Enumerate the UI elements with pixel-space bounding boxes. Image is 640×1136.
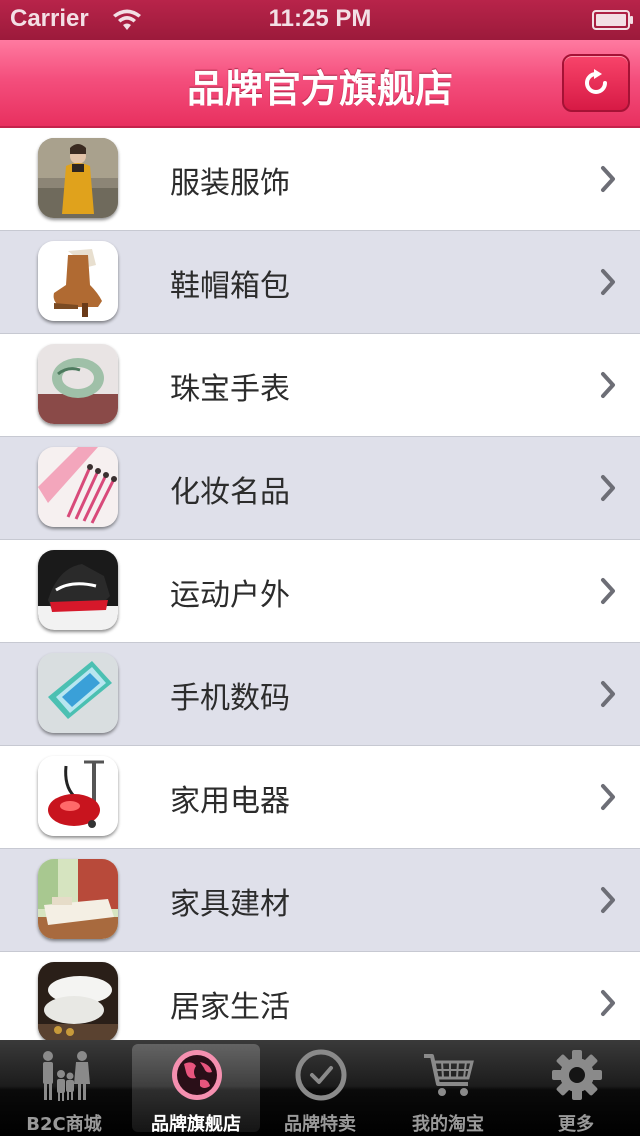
category-label: 运动户外 — [170, 578, 290, 613]
smartphone-thumbnail — [38, 653, 118, 733]
chevron-right-icon — [601, 475, 615, 501]
jade-bracelet-thumbnail — [38, 344, 118, 424]
page-title: 品牌官方旗舰店 — [186, 67, 453, 111]
status-bar: Carrier 11:25 PM — [0, 0, 640, 40]
category-label: 鞋帽箱包 — [170, 269, 290, 304]
clock-icon — [295, 1049, 347, 1101]
chevron-right-icon — [601, 372, 615, 398]
tab-label: 更多 — [558, 1114, 594, 1135]
chevron-right-icon — [601, 887, 615, 913]
category-label: 珠宝手表 — [170, 372, 290, 407]
tab-brand-flagship[interactable]: 品牌旗舰店 — [132, 1044, 260, 1135]
category-label: 居家生活 — [170, 990, 290, 1025]
chevron-right-icon — [601, 166, 615, 192]
clothing-thumbnail — [38, 138, 118, 218]
category-list: 服装服饰 鞋帽箱包 珠宝手表 化妆名品 运动户外 手机数码 家用电器 家具建材 … — [0, 128, 640, 1040]
chevron-right-icon — [601, 269, 615, 295]
list-item[interactable]: 服装服饰 — [0, 128, 640, 231]
tab-my-taobao[interactable]: 我的淘宝 — [384, 1040, 512, 1136]
navigation-bar: 品牌官方旗舰店 — [0, 40, 640, 128]
list-item[interactable]: 家用电器 — [0, 746, 640, 849]
pillow-thumbnail — [38, 962, 118, 1040]
refresh-icon — [585, 69, 607, 94]
list-item[interactable]: 运动户外 — [0, 540, 640, 643]
boot-thumbnail — [38, 241, 118, 321]
garment-steamer-thumbnail — [38, 756, 118, 836]
category-label: 服装服饰 — [170, 166, 290, 201]
category-label: 家用电器 — [170, 784, 290, 819]
list-item[interactable]: 化妆名品 — [0, 437, 640, 540]
list-item[interactable]: 家具建材 — [0, 849, 640, 952]
list-item[interactable]: 珠宝手表 — [0, 334, 640, 437]
tab-b2c-mall[interactable]: B2C商城 — [0, 1040, 128, 1136]
tab-more[interactable]: 更多 — [512, 1040, 640, 1136]
tab-label: 品牌旗舰店 — [151, 1114, 241, 1135]
chevron-right-icon — [601, 681, 615, 707]
chevron-right-icon — [601, 990, 615, 1016]
tab-label: B2C商城 — [26, 1114, 102, 1135]
category-label: 化妆名品 — [170, 475, 290, 510]
list-item[interactable]: 手机数码 — [0, 643, 640, 746]
sneaker-thumbnail — [38, 550, 118, 630]
people-icon — [43, 1051, 90, 1101]
tab-label: 我的淘宝 — [412, 1114, 484, 1135]
refresh-button[interactable] — [562, 54, 630, 112]
tab-brand-sale[interactable]: 品牌特卖 — [256, 1040, 384, 1136]
category-label: 手机数码 — [170, 681, 290, 716]
battery-icon — [592, 10, 633, 30]
list-item[interactable]: 鞋帽箱包 — [0, 231, 640, 334]
tab-bar: B2C商城 品牌旗舰店 品牌特卖 我的淘宝 更多 — [0, 1040, 640, 1136]
makeup-brushes-thumbnail — [38, 447, 118, 527]
globe-icon — [172, 1050, 222, 1100]
bedroom-thumbnail — [38, 859, 118, 939]
tab-label: 品牌特卖 — [284, 1114, 356, 1135]
gear-icon — [552, 1050, 602, 1100]
chevron-right-icon — [601, 784, 615, 810]
cart-icon — [424, 1054, 474, 1096]
clock-time: 11:25 PM — [268, 5, 372, 32]
category-label: 家具建材 — [170, 887, 290, 922]
list-item[interactable]: 居家生活 — [0, 952, 640, 1040]
chevron-right-icon — [601, 578, 615, 604]
